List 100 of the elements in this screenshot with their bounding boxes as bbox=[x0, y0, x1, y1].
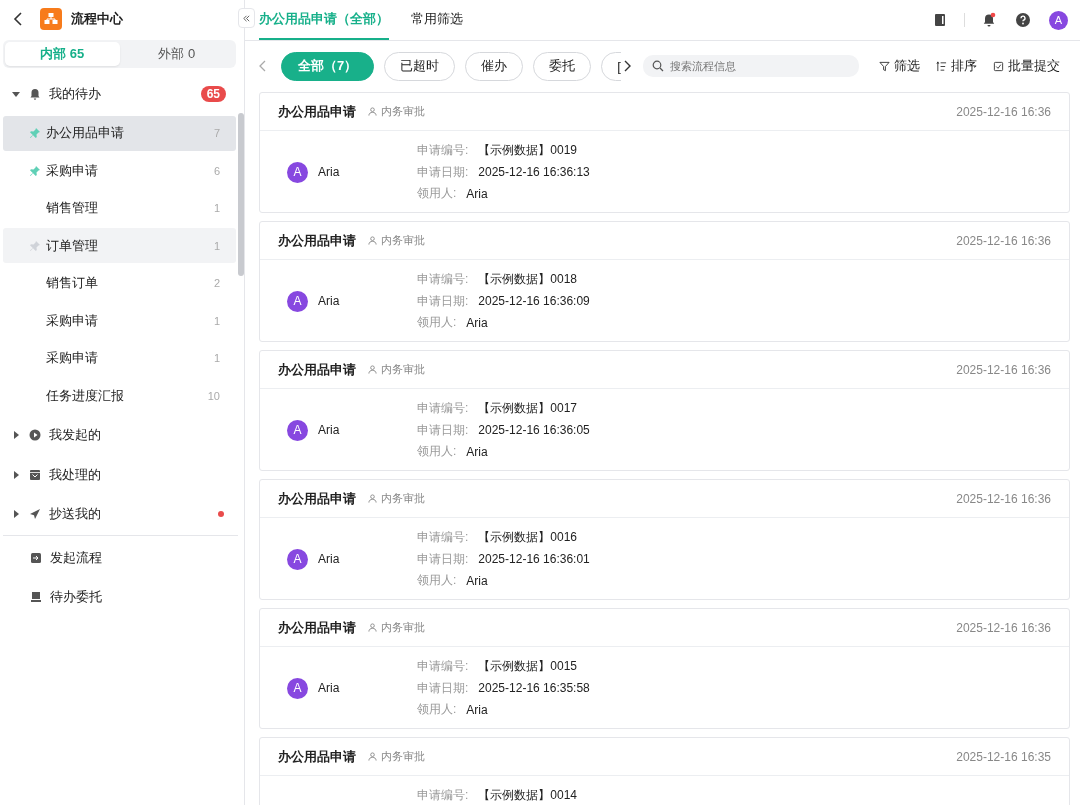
funnel-icon bbox=[879, 60, 890, 72]
card-title: 办公用品申请 bbox=[278, 360, 356, 379]
filter-chip[interactable]: 催办 bbox=[465, 51, 524, 81]
notification-bell-icon[interactable] bbox=[981, 12, 997, 28]
app-logo-icon bbox=[40, 7, 62, 30]
approval-tag: 内务审批 bbox=[368, 104, 425, 119]
request-card[interactable]: 办公用品申请 内务审批 2025-12-16 16:36 A Aria 申请编号: 【示例数据】0018 申请日期: 2025-12-16 16:36:09 领用人: Aria bbox=[259, 221, 1070, 342]
user-avatar[interactable]: A bbox=[1049, 10, 1068, 30]
sidebar-link[interactable]: 待办委托 bbox=[0, 577, 244, 617]
filter-chip[interactable]: [ bbox=[601, 51, 621, 81]
tree-group-label[interactable]: 我的待办 bbox=[49, 84, 201, 103]
field-label: 申请日期: bbox=[417, 679, 469, 697]
field-value: 2025-12-16 16:35:58 bbox=[478, 681, 590, 695]
tree-item-label: 采购申请 bbox=[46, 161, 99, 180]
search-field[interactable]: 搜索流程信息 bbox=[643, 55, 859, 77]
tree-item[interactable]: 采购申请 6 bbox=[3, 153, 236, 188]
card-time: 2025-12-16 16:36 bbox=[956, 362, 1051, 377]
request-card[interactable]: 办公用品申请 内务审批 2025-12-16 16:36 A Aria 申请编号: 【示例数据】0019 申请日期: 2025-12-16 16:36:13 领用人: Aria bbox=[259, 92, 1070, 213]
help-icon[interactable] bbox=[1015, 12, 1031, 28]
tree-item[interactable]: 任务进度汇报 10 bbox=[3, 378, 236, 413]
tree-item[interactable]: 销售管理 1 bbox=[3, 190, 236, 226]
field-value: 【示例数据】0019 bbox=[478, 142, 578, 159]
card-time: 2025-12-16 16:36 bbox=[956, 104, 1051, 119]
expand-caret-icon[interactable] bbox=[12, 510, 20, 519]
expand-caret-icon[interactable] bbox=[12, 89, 20, 98]
field-value: Aria bbox=[466, 186, 488, 201]
person-icon bbox=[368, 107, 377, 116]
field-label: 领用人: bbox=[417, 443, 457, 460]
field-label: 申请日期: bbox=[417, 550, 469, 568]
chevron-right-icon[interactable] bbox=[623, 60, 631, 72]
field-value: 【示例数据】0015 bbox=[478, 658, 578, 675]
field-value: 【示例数据】0017 bbox=[478, 400, 578, 417]
user-name: Aria bbox=[318, 165, 340, 179]
field-value: Aria bbox=[466, 573, 488, 588]
tree-item[interactable]: 采购申请 1 bbox=[3, 340, 236, 376]
tree-item[interactable]: 办公用品申请 7 bbox=[3, 115, 236, 151]
bell-icon bbox=[29, 87, 41, 100]
tree-item-label: 销售管理 bbox=[46, 199, 99, 217]
person-icon bbox=[368, 494, 377, 503]
toolbar-action[interactable]: 排序 bbox=[936, 57, 977, 75]
tree-item-label: 采购申请 bbox=[46, 349, 99, 367]
field-label: 申请编号: bbox=[417, 658, 469, 675]
request-card[interactable]: 办公用品申请 内务审批 2025-12-16 16:36 A Aria 申请编号: 【示例数据】0016 申请日期: 2025-12-16 16:36:01 领用人: Aria bbox=[259, 479, 1070, 600]
tree-item-label: 订单管理 bbox=[46, 236, 99, 255]
field-value: 2025-12-16 16:36:09 bbox=[478, 294, 590, 308]
approval-tag: 内务审批 bbox=[368, 362, 425, 377]
monitor-icon bbox=[30, 591, 42, 604]
approval-tag: 内务审批 bbox=[368, 620, 425, 635]
back-icon[interactable] bbox=[12, 10, 24, 27]
tree-item[interactable]: 销售订单 2 bbox=[3, 265, 236, 301]
book-icon[interactable] bbox=[932, 12, 948, 28]
request-card[interactable]: 办公用品申请 内务审批 2025-12-16 16:36 A Aria 申请编号: 【示例数据】0015 申请日期: 2025-12-16 16:35:58 领用人: Aria bbox=[259, 608, 1070, 729]
double-chevron-left-icon bbox=[242, 13, 251, 23]
person-icon bbox=[368, 365, 377, 374]
expand-caret-icon[interactable] bbox=[12, 470, 20, 479]
count-badge: 65 bbox=[200, 85, 226, 102]
tree-item-label: 任务进度汇报 bbox=[46, 386, 125, 405]
field-label: 领用人: bbox=[417, 314, 457, 331]
user-name: Aria bbox=[318, 552, 340, 566]
collapse-button[interactable] bbox=[238, 8, 255, 28]
field-value: 【示例数据】0014 bbox=[478, 787, 578, 804]
checkbox-icon bbox=[993, 60, 1004, 72]
item-count: 2 bbox=[213, 277, 220, 289]
tray-icon bbox=[29, 468, 41, 481]
field-label: 申请日期: bbox=[417, 163, 469, 181]
request-card[interactable]: 办公用品申请 内务审批 2025-12-16 16:36 A Aria 申请编号: 【示例数据】0017 申请日期: 2025-12-16 16:36:05 领用人: Aria bbox=[259, 350, 1070, 471]
scrollbar[interactable] bbox=[238, 113, 244, 276]
request-card[interactable]: 办公用品申请 内务审批 2025-12-16 16:35 申请编号: 【示例数据】0014 bbox=[259, 737, 1070, 805]
field-value: 2025-12-16 16:36:13 bbox=[478, 165, 590, 179]
field-value: Aria bbox=[466, 444, 488, 459]
card-title: 办公用品申请 bbox=[278, 489, 356, 508]
user-avatar: A bbox=[287, 290, 308, 312]
item-count: 1 bbox=[213, 239, 220, 252]
person-icon bbox=[368, 623, 377, 632]
field-value: Aria bbox=[466, 315, 488, 330]
view-tab[interactable]: 常用筛选 bbox=[411, 0, 463, 40]
card-title: 办公用品申请 bbox=[278, 747, 356, 766]
card-title: 办公用品申请 bbox=[278, 231, 356, 250]
tree-group-label[interactable]: 我发起的 bbox=[49, 426, 226, 445]
filter-chip[interactable]: 已超时 bbox=[384, 51, 456, 81]
tree-item-label: 办公用品申请 bbox=[46, 124, 125, 142]
app-title: 流程中心 bbox=[71, 9, 123, 28]
sidebar-tab[interactable]: 外部 0 bbox=[119, 42, 234, 66]
tree-item-label: 采购申请 bbox=[46, 311, 99, 330]
expand-caret-icon[interactable] bbox=[12, 431, 20, 440]
tree-group-label[interactable]: 我处理的 bbox=[49, 465, 226, 484]
user-name: Aria bbox=[318, 423, 340, 437]
tree-item[interactable]: 订单管理 1 bbox=[3, 228, 236, 263]
approval-tag: 内务审批 bbox=[368, 233, 425, 248]
tree-group-label[interactable]: 抄送我的 bbox=[49, 505, 218, 524]
sidebar-link[interactable]: 发起流程 bbox=[0, 538, 244, 578]
tree-item[interactable]: 采购申请 1 bbox=[3, 303, 236, 338]
person-icon bbox=[368, 236, 377, 245]
field-label: 申请编号: bbox=[417, 787, 469, 804]
toolbar-action[interactable]: 筛选 bbox=[879, 57, 920, 75]
filter-chip[interactable]: 委托 bbox=[533, 51, 592, 81]
field-label: 申请编号: bbox=[417, 400, 469, 417]
toolbar-action[interactable]: 批量提交 bbox=[993, 57, 1060, 75]
field-label: 申请编号: bbox=[417, 142, 469, 159]
approval-tag: 内务审批 bbox=[368, 491, 425, 506]
